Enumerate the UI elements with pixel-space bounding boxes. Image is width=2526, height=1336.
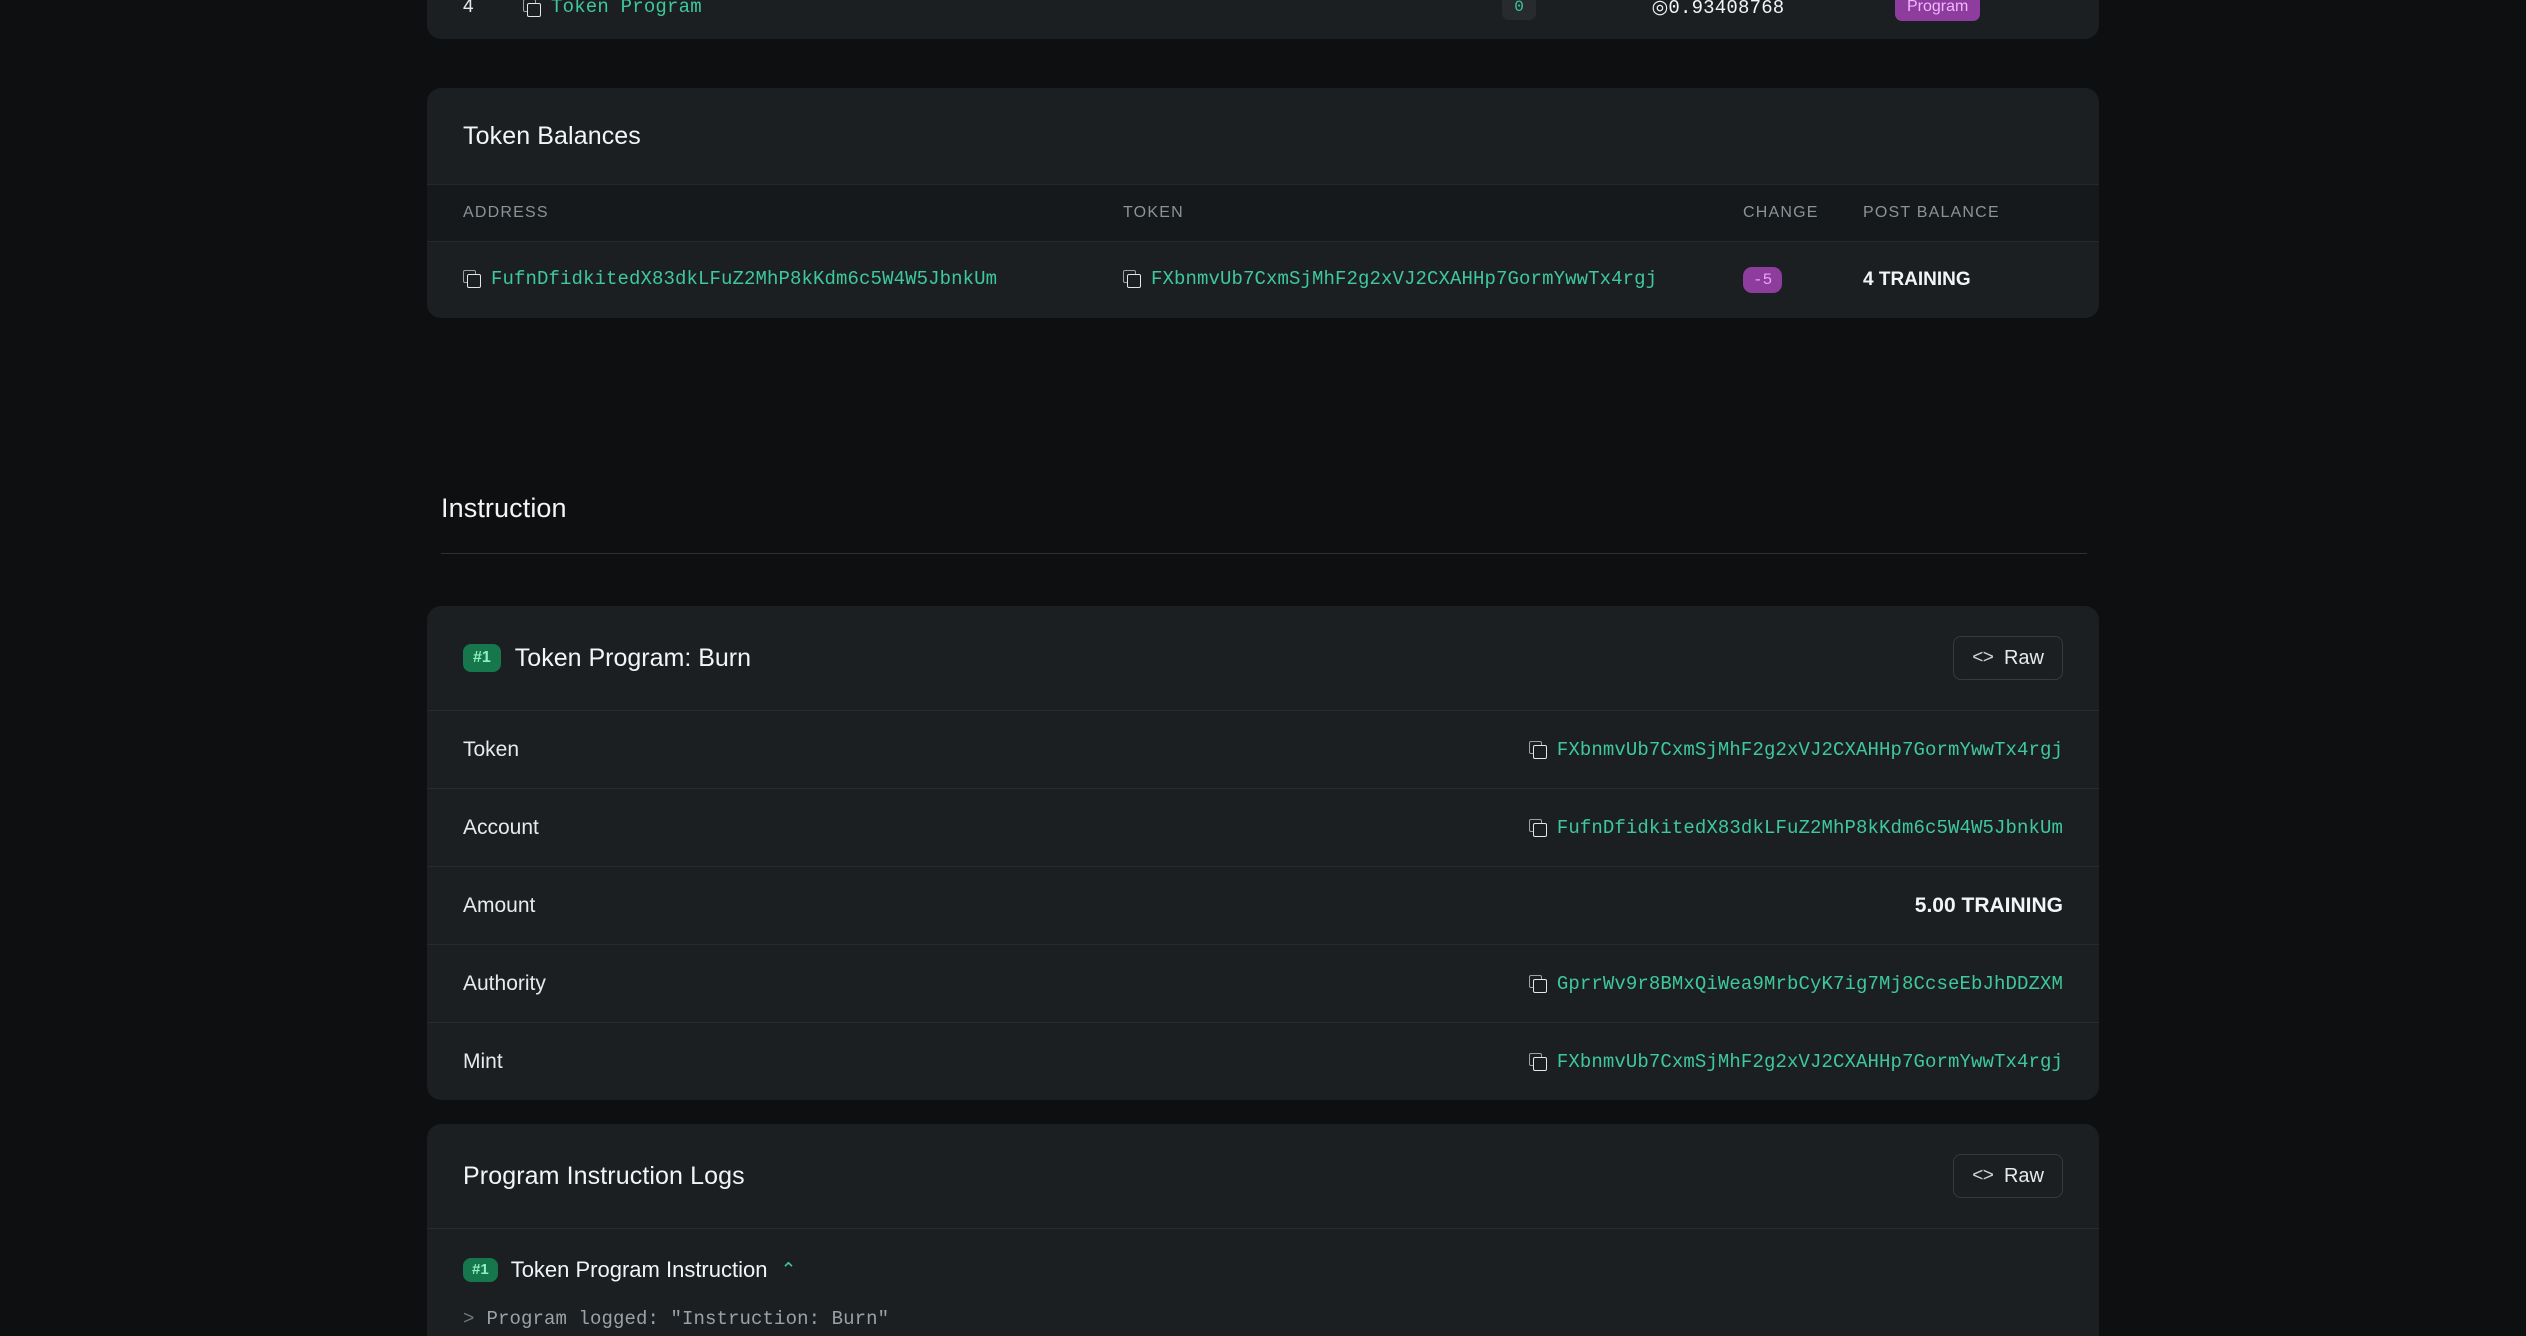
detail-value-text: 5.00 TRAINING [1914,893,2063,917]
post-balance-value: 4 TRAINING [1863,269,1971,290]
raw-button-label: Raw [2003,1165,2044,1187]
logs-instruction-header[interactable]: #1 Token Program Instruction ⌃ [463,1257,2063,1283]
token-text: FXbnmvUb7CxmSjMhF2g2xVJ2CXAHHp7GormYwwTx… [1151,267,1658,290]
instruction-detail-row: Account FufnDfidkitedX83dkLFuZ2MhP8kKdm6… [427,788,2099,866]
raw-button[interactable]: <> Raw [1953,1154,2063,1198]
detail-value-text: FXbnmvUb7CxmSjMhF2g2xVJ2CXAHHp7GormYwwTx… [1556,1050,2063,1073]
instruction-title-group: #1 Token Program: Burn [463,644,751,673]
column-header-change: CHANGE [1743,204,1819,221]
token-link[interactable]: FXbnmvUb7CxmSjMhF2g2xVJ2CXAHHp7GormYwwTx… [1123,268,1657,290]
token-balances-card: Token Balances ADDRESS TOKEN CHANGE POST… [427,88,2099,318]
caret-icon: > [463,1308,475,1330]
raw-button[interactable]: <> Raw [1953,636,2063,680]
table-row: FufnDfidkitedX83dkLFuZ2MhP8kKdm6c5W4W5Jb… [427,242,2099,318]
divider [441,553,2087,554]
balance-amount: 0.93408768 [1668,0,1785,19]
detail-label: Amount [463,893,536,917]
detail-value-link[interactable]: GprrWv9r8BMxQiWea9MrbCyK7ig7Mj8CcseEbJhD… [1528,972,2063,995]
logs-instruction-name: Token Program Instruction [510,1257,768,1282]
page-title: Instruction [441,493,567,523]
copy-icon[interactable] [1528,819,1547,837]
code-brackets-icon: <> [1972,1164,1994,1187]
change-badge: 0 [1502,0,1536,20]
program-row-name: Token Program [523,0,1465,18]
logs-title: Program Instruction Logs [463,1161,745,1190]
detail-value-link[interactable]: FXbnmvUb7CxmSjMhF2g2xVJ2CXAHHp7GormYwwTx… [1528,1050,2063,1073]
instruction-detail-row: Mint FXbnmvUb7CxmSjMhF2g2xVJ2CXAHHp7Gorm… [427,1022,2099,1100]
column-header-address: ADDRESS [463,204,549,221]
detail-label: Token [463,737,520,761]
cell-token: FXbnmvUb7CxmSjMhF2g2xVJ2CXAHHp7GormYwwTx… [1123,268,1743,293]
detail-value-text: FXbnmvUb7CxmSjMhF2g2xVJ2CXAHHp7GormYwwTx… [1556,738,2063,761]
detail-value-text: GprrWv9r8BMxQiWea9MrbCyK7ig7Mj8CcseEbJhD… [1556,972,2063,995]
detail-value-link[interactable]: FXbnmvUb7CxmSjMhF2g2xVJ2CXAHHp7GormYwwTx… [1528,738,2063,761]
instruction-detail-row: Amount 5.00 TRAINING [427,866,2099,944]
cell-address: FufnDfidkitedX83dkLFuZ2MhP8kKdm6c5W4W5Jb… [463,268,1123,293]
copy-icon[interactable] [1123,270,1141,289]
table-row[interactable]: 4 Token Program 0 ◎0.93408768 Program [427,0,2099,39]
column-header-token: TOKEN [1123,204,1184,221]
address-text: FufnDfidkitedX83dkLFuZ2MhP8kKdm6c5W4W5Jb… [491,267,998,290]
copy-icon[interactable] [1528,741,1547,759]
instruction-index-badge: #1 [463,644,501,672]
detail-value-link[interactable]: FufnDfidkitedX83dkLFuZ2MhP8kKdm6c5W4W5Jb… [1528,816,2063,839]
log-line: > Program logged: "Instruction: Burn" [463,1305,2063,1334]
program-row-balance: ◎0.93408768 [1573,0,1863,19]
log-text: Program logged: "Instruction: Burn" [486,1308,890,1330]
program-instruction-logs-card: Program Instruction Logs <> Raw #1 Token… [427,1124,2099,1336]
copy-icon[interactable] [1528,1053,1547,1071]
detail-label: Mint [463,1049,503,1073]
cell-post-balance: 4 TRAINING [1863,269,2063,291]
address-link[interactable]: FufnDfidkitedX83dkLFuZ2MhP8kKdm6c5W4W5Jb… [463,268,997,290]
cell-change: -5 [1743,267,1863,293]
change-badge: -5 [1743,267,1783,293]
program-row-tag: Program [1863,0,2063,22]
detail-label: Account [463,815,539,839]
instruction-card-header: #1 Token Program: Burn <> Raw [427,606,2099,710]
instruction-detail-row: Authority GprrWv9r8BMxQiWea9MrbCyK7ig7Mj… [427,944,2099,1022]
detail-label: Authority [463,971,546,995]
column-header-post-balance: POST BALANCE [1863,204,2000,221]
logs-body: #1 Token Program Instruction ⌃ > Program… [427,1228,2099,1336]
program-row-change: 0 [1465,0,1573,20]
token-balances-header: Token Balances [427,88,2099,184]
instruction-section-header: Instruction [427,493,2099,554]
page-root: 4 Token Program 0 ◎0.93408768 Program To… [0,0,2526,1336]
program-name-link[interactable]: Token Program [551,0,702,18]
logs-card-header: Program Instruction Logs <> Raw [427,1124,2099,1228]
copy-icon[interactable] [463,270,481,289]
instruction-card: #1 Token Program: Burn <> Raw Token FXbn… [427,606,2099,1100]
raw-button-label: Raw [2003,647,2044,669]
sol-symbol-icon: ◎ [1651,0,1669,19]
detail-value-text: FufnDfidkitedX83dkLFuZ2MhP8kKdm6c5W4W5Jb… [1556,816,2063,839]
token-balances-title: Token Balances [463,121,641,150]
instruction-index-badge: #1 [463,1257,498,1283]
status-badge: Program [1895,0,1981,22]
copy-icon[interactable] [1528,975,1547,993]
program-row-index: 4 [463,0,474,17]
token-balances-table-header: ADDRESS TOKEN CHANGE POST BALANCE [427,184,2099,242]
instruction-title: Token Program: Burn [514,643,752,672]
program-accounts-card: 4 Token Program 0 ◎0.93408768 Program [427,0,2099,39]
copy-icon[interactable] [523,0,541,17]
code-brackets-icon: <> [1972,646,1994,669]
instruction-detail-row: Token FXbnmvUb7CxmSjMhF2g2xVJ2CXAHHp7Gor… [427,710,2099,788]
chevron-up-icon[interactable]: ⌃ [780,1260,796,1280]
